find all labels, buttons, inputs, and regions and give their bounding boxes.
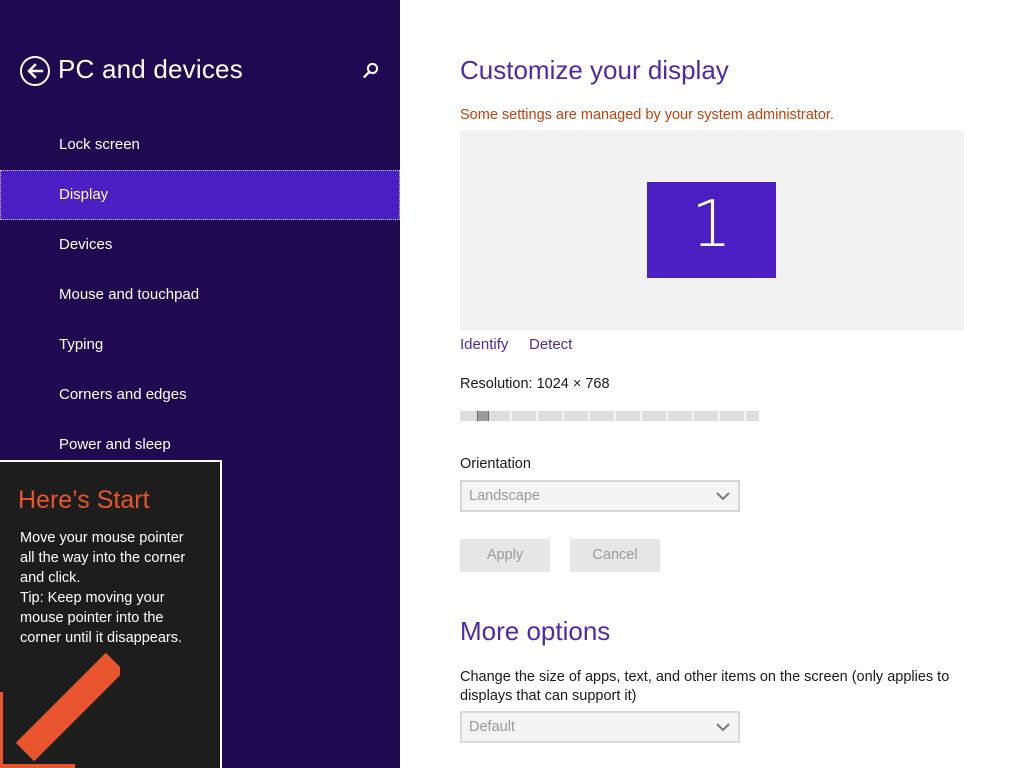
- button-label: Apply: [486, 547, 524, 563]
- nav-item-mouse-and-touchpad[interactable]: Mouse and touchpad: [0, 270, 400, 320]
- tip-line: corner until it disappears.: [20, 630, 182, 646]
- orientation-label: Orientation: [460, 456, 531, 472]
- resolution-slider[interactable]: [460, 411, 759, 421]
- more-options-heading: More options: [460, 616, 611, 646]
- cancel-button[interactable]: Cancel: [570, 539, 660, 572]
- monitor-number: 1: [691, 188, 732, 262]
- slider-thumb[interactable]: [477, 411, 489, 421]
- back-button[interactable]: [20, 56, 50, 86]
- tip-line: Tip: Keep moving your: [20, 590, 165, 606]
- search-button[interactable]: [360, 60, 382, 82]
- nav-item-corners-and-edges[interactable]: Corners and edges: [0, 370, 400, 420]
- identify-link[interactable]: Identify: [460, 336, 508, 353]
- tip-title: Here’s Start: [18, 486, 150, 514]
- monitor-tile[interactable]: 1: [647, 182, 776, 278]
- resolution-label: Resolution: 1024 × 768: [460, 376, 610, 392]
- nav-item-label: Typing: [59, 336, 104, 353]
- nav-item-display[interactable]: Display: [0, 170, 400, 220]
- admin-notice: Some settings are managed by your system…: [460, 107, 834, 123]
- apply-button[interactable]: Apply: [460, 539, 550, 572]
- nav-item-label: Display: [59, 186, 109, 203]
- display-arrangement-area: 1: [460, 130, 964, 330]
- corner-arrow-icon: [0, 652, 120, 768]
- chevron-down-icon: [716, 723, 730, 732]
- tip-line: and click.: [20, 570, 81, 586]
- detect-link[interactable]: Detect: [529, 336, 572, 353]
- nav-item-lock-screen[interactable]: Lock screen: [0, 120, 400, 170]
- tip-line: all the way into the corner: [20, 550, 186, 566]
- nav-item-devices[interactable]: Devices: [0, 220, 400, 270]
- start-tip-overlay[interactable]: Here’s Start Move your mouse pointer all…: [0, 460, 222, 768]
- slider-track[interactable]: [460, 411, 759, 421]
- page-title: Customize your display: [460, 55, 729, 85]
- nav-item-label: Lock screen: [59, 136, 140, 153]
- nav-item-label: Mouse and touchpad: [59, 286, 200, 303]
- scale-description: Change the size of apps, text, and other…: [460, 669, 950, 704]
- nav-item-label: Corners and edges: [59, 386, 187, 403]
- tip-body: Move your mouse pointer all the way into…: [20, 528, 216, 648]
- tip-line: Move your mouse pointer: [20, 530, 184, 546]
- back-arrow-icon: [27, 63, 44, 79]
- dropdown-value: Landscape: [469, 488, 540, 504]
- orientation-dropdown[interactable]: Landscape: [460, 480, 740, 512]
- nav-item-typing[interactable]: Typing: [0, 320, 400, 370]
- nav-item-label: Devices: [59, 236, 113, 253]
- pane-title: PC and devices: [58, 54, 243, 84]
- tip-line: mouse pointer into the: [20, 610, 164, 626]
- search-icon: [363, 62, 379, 78]
- chevron-down-icon: [716, 492, 730, 501]
- scale-dropdown[interactable]: Default: [460, 711, 740, 743]
- button-label: Cancel: [592, 547, 638, 563]
- dropdown-value: Default: [469, 719, 515, 735]
- nav-item-label: Power and sleep: [59, 436, 171, 453]
